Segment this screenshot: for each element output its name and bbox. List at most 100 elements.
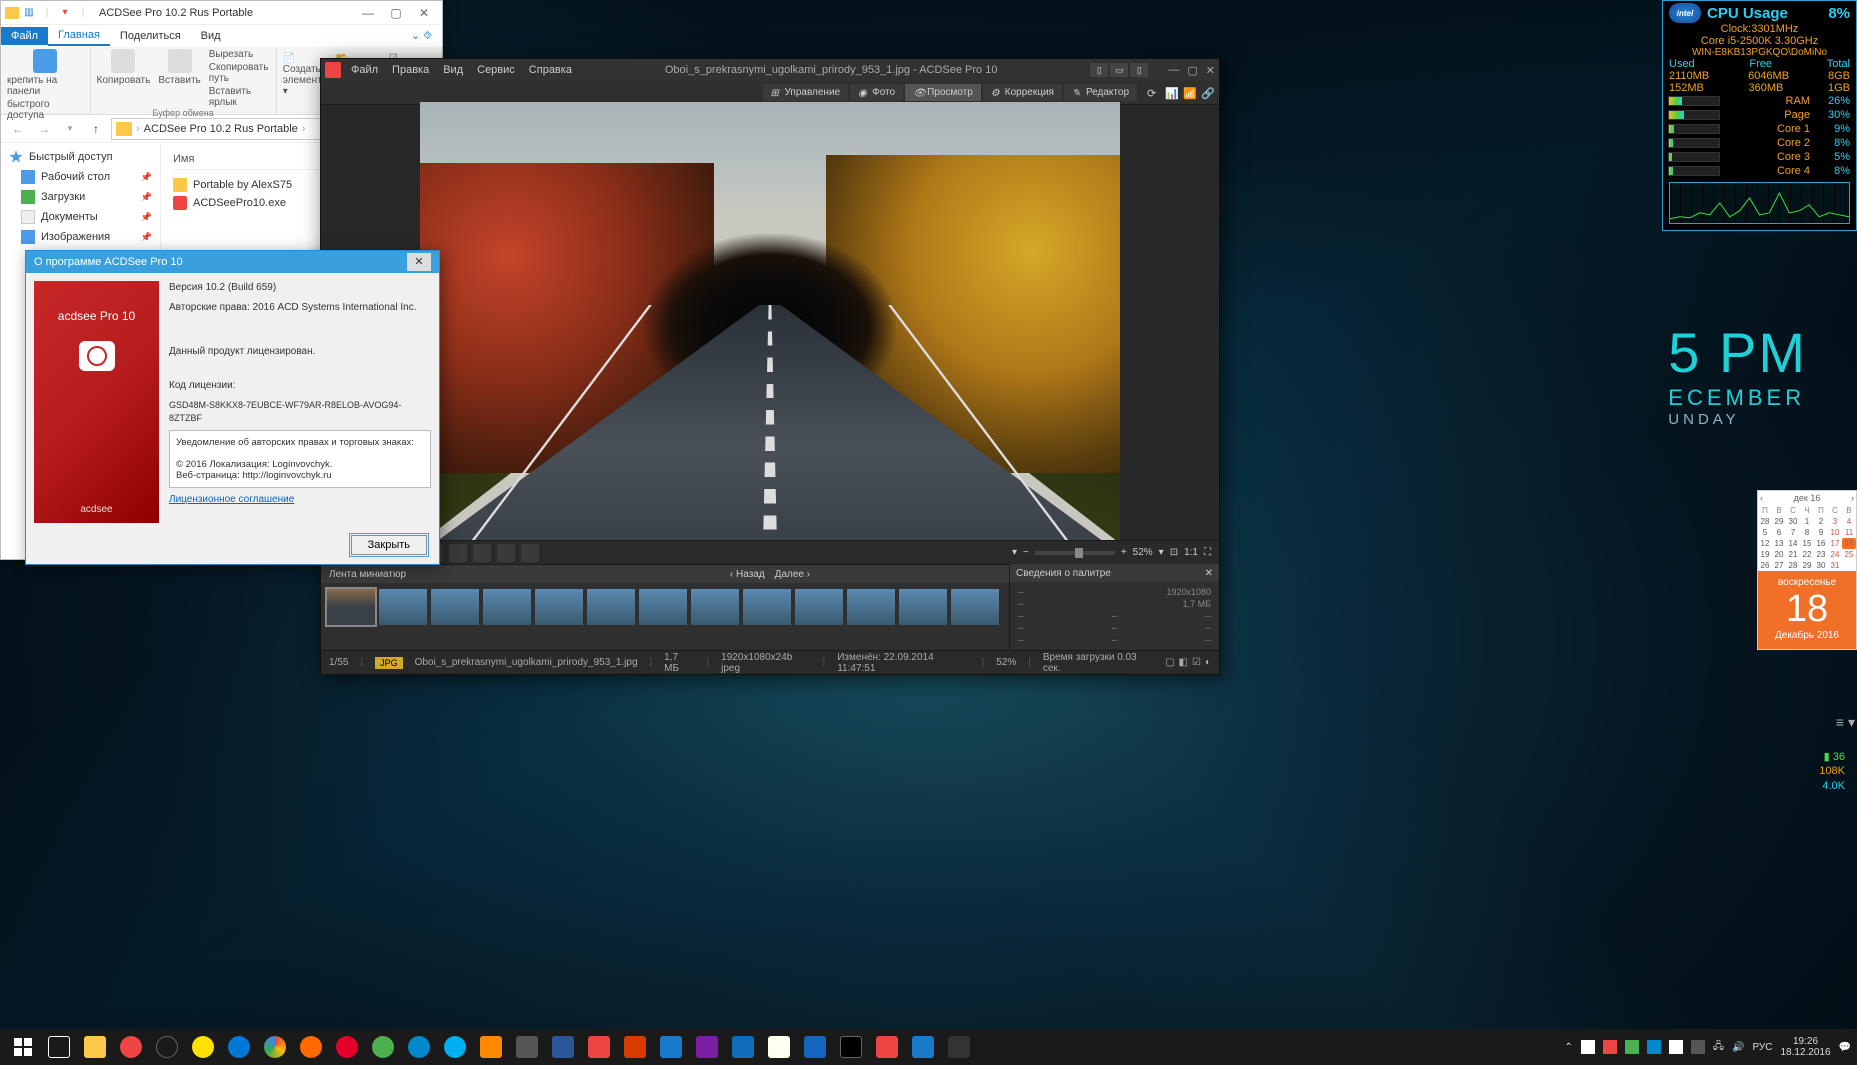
layout2-button[interactable]: ▭ <box>1110 63 1128 77</box>
tab-correct[interactable]: ⚙Коррекция <box>983 84 1062 101</box>
app-menu-icon[interactable]: ≡▾ <box>1836 714 1855 731</box>
taskbar-app[interactable] <box>222 1032 256 1062</box>
cut-button[interactable]: Вырезать <box>209 49 270 60</box>
tab-view[interactable]: 👁Просмотр <box>905 84 981 101</box>
nav-downloads[interactable]: Загрузки📌 <box>1 187 160 207</box>
paste-button[interactable]: Вставить <box>158 49 200 108</box>
taskbar-app[interactable] <box>834 1032 868 1062</box>
cal-day[interactable]: 31 <box>1828 560 1842 571</box>
layout1-button[interactable]: ▯ <box>1090 63 1108 77</box>
menu-service[interactable]: Сервис <box>477 64 515 76</box>
thumbnail[interactable] <box>431 589 479 625</box>
new-item-button[interactable]: 📄 Создать элемент ▾ <box>283 53 322 97</box>
about-close-button[interactable]: ✕ <box>407 253 431 271</box>
cal-day[interactable]: 2 <box>1814 516 1828 527</box>
taskbar-app[interactable] <box>798 1032 832 1062</box>
ribbon-help-icon[interactable]: ⌄ ⯑ <box>401 29 442 43</box>
thumbnail[interactable] <box>535 589 583 625</box>
nav-documents[interactable]: Документы📌 <box>1 207 160 227</box>
tray-lang[interactable]: РУС <box>1752 1042 1772 1053</box>
menu-file[interactable]: Файл <box>351 64 378 76</box>
cal-day[interactable]: 6 <box>1772 527 1786 538</box>
signal-icon[interactable]: 📶 <box>1183 87 1195 99</box>
thumbnail[interactable] <box>379 589 427 625</box>
cal-day[interactable]: 5 <box>1758 527 1772 538</box>
cal-day[interactable]: 26 <box>1758 560 1772 571</box>
cal-day[interactable]: 11 <box>1842 527 1856 538</box>
zoom-out-button[interactable]: ▾ <box>1012 547 1017 558</box>
taskbar-app[interactable] <box>762 1032 796 1062</box>
tab-photo[interactable]: ◉Фото <box>850 84 903 101</box>
cal-day[interactable]: 4 <box>1842 516 1856 527</box>
taskbar-app[interactable] <box>402 1032 436 1062</box>
explorer-titlebar[interactable]: ▥ | ▾ | ACDSee Pro 10.2 Rus Portable — ▢… <box>1 1 442 25</box>
tray-volume-icon[interactable]: 🔊 <box>1732 1042 1744 1053</box>
sync-icon[interactable]: ⟳ <box>1147 87 1159 99</box>
taskbar-app[interactable] <box>618 1032 652 1062</box>
taskbar-app[interactable] <box>474 1032 508 1062</box>
nav-back-button[interactable]: ← <box>7 118 29 140</box>
cal-prev-button[interactable]: ‹ <box>1760 493 1763 503</box>
taskbar-app[interactable] <box>654 1032 688 1062</box>
taskbar-app[interactable] <box>258 1032 292 1062</box>
copypath-button[interactable]: Скопировать путь <box>209 62 270 84</box>
acdsee-titlebar[interactable]: Файл Правка Вид Сервис Справка Oboi_s_pr… <box>321 59 1219 81</box>
tool-button[interactable] <box>449 544 467 562</box>
zoom-slider[interactable] <box>1035 551 1115 555</box>
taskbar-app[interactable] <box>510 1032 544 1062</box>
qat-props-icon[interactable]: ▥ <box>21 5 37 21</box>
taskbar-app[interactable] <box>546 1032 580 1062</box>
menu-view[interactable]: Вид <box>443 64 463 76</box>
cal-day[interactable]: 28 <box>1786 560 1800 571</box>
cal-day[interactable]: 20 <box>1772 549 1786 560</box>
tray-icon[interactable] <box>1691 1040 1705 1054</box>
cal-day[interactable]: 19 <box>1758 549 1772 560</box>
column-name[interactable]: Имя <box>173 153 194 165</box>
taskbar-app[interactable] <box>942 1032 976 1062</box>
cal-day[interactable]: 25 <box>1842 549 1856 560</box>
copy-button[interactable]: Копировать <box>97 49 151 108</box>
thumbnail[interactable] <box>899 589 947 625</box>
thumbnail[interactable] <box>951 589 999 625</box>
tab-file[interactable]: Файл <box>1 27 48 45</box>
cal-day[interactable]: 29 <box>1772 516 1786 527</box>
palette-close-button[interactable]: ✕ <box>1205 568 1213 579</box>
cal-day[interactable]: 29 <box>1800 560 1814 571</box>
cal-day[interactable]: 12 <box>1758 538 1772 549</box>
taskbar-app[interactable] <box>870 1032 904 1062</box>
cal-day[interactable]: 1 <box>1800 516 1814 527</box>
cal-day[interactable]: 7 <box>1786 527 1800 538</box>
taskbar-app[interactable] <box>186 1032 220 1062</box>
cal-day[interactable]: 30 <box>1786 516 1800 527</box>
breadcrumb-current[interactable]: ACDSee Pro 10.2 Rus Portable <box>144 123 298 135</box>
thumbnail[interactable] <box>743 589 791 625</box>
tab-home[interactable]: Главная <box>48 26 110 46</box>
fullscreen-button[interactable]: ⛶ <box>1204 547 1211 558</box>
cal-day[interactable]: 22 <box>1800 549 1814 560</box>
tray-clock[interactable]: 19:26 18.12.2016 <box>1780 1036 1830 1058</box>
chart-icon[interactable]: 📊 <box>1165 87 1177 99</box>
taskbar-app[interactable] <box>690 1032 724 1062</box>
tray-icon[interactable] <box>1669 1040 1683 1054</box>
taskbar-app[interactable] <box>906 1032 940 1062</box>
cal-day[interactable]: 30 <box>1814 560 1828 571</box>
thumbnail[interactable] <box>483 589 531 625</box>
status-icon[interactable]: ☑ <box>1192 657 1201 668</box>
nav-history-button[interactable]: ▾ <box>59 118 81 140</box>
tool-button[interactable] <box>473 544 491 562</box>
taskbar-app[interactable] <box>366 1032 400 1062</box>
tab-editor[interactable]: ✎Редактор <box>1064 84 1137 101</box>
pin-quickaccess-button[interactable]: крепить на панели быстрого доступа <box>7 49 84 121</box>
layout3-button[interactable]: ▯ <box>1130 63 1148 77</box>
menu-edit[interactable]: Правка <box>392 64 429 76</box>
link-icon[interactable]: 🔗 <box>1201 87 1213 99</box>
tray-icon[interactable] <box>1603 1040 1617 1054</box>
status-icon[interactable]: ◐ <box>1205 657 1211 668</box>
paste-shortcut-button[interactable]: Вставить ярлык <box>209 86 270 108</box>
tray-notifications-icon[interactable]: 💬 <box>1839 1042 1851 1053</box>
taskbar-app[interactable] <box>438 1032 472 1062</box>
notice-box[interactable]: Уведомление об авторских правах и торгов… <box>169 430 431 488</box>
tab-manage[interactable]: ⊞Управление <box>763 84 849 101</box>
about-titlebar[interactable]: О программе ACDSee Pro 10 ✕ <box>26 251 439 273</box>
nav-quick-access[interactable]: Быстрый доступ <box>1 147 160 167</box>
